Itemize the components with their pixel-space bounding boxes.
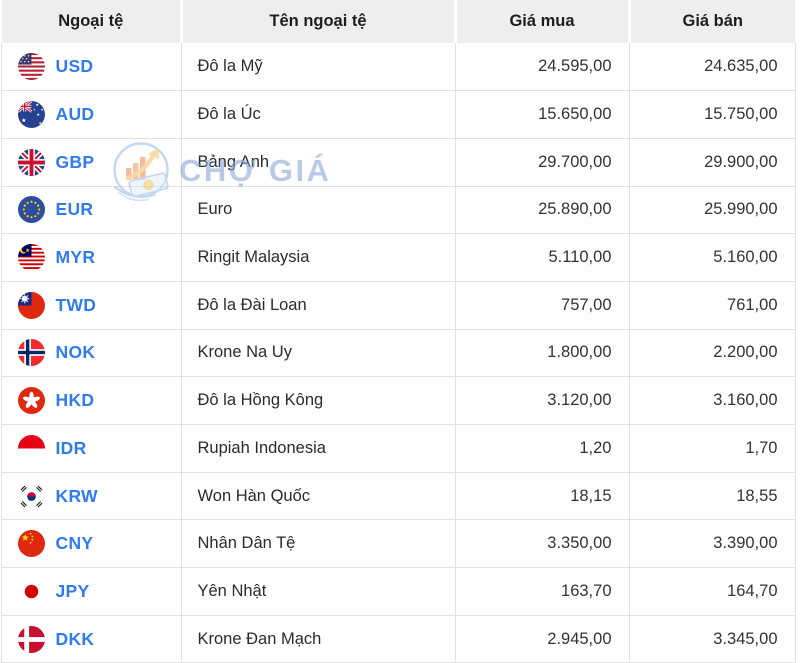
no-flag-icon	[18, 339, 45, 366]
currency-code-link[interactable]: EUR	[56, 199, 94, 220]
rate-row-jpy: JPY Yên Nhật163,70164,70	[1, 568, 795, 616]
rate-row-aud: AUD Đô la Úc15.650,0015.750,00	[1, 91, 795, 139]
currency-cell: GBP	[1, 138, 181, 186]
exchange-rate-page: Ngoại tệ Tên ngoại tệ Giá mua Giá bán US…	[0, 0, 795, 663]
sell-price-cell: 2.200,00	[629, 329, 795, 377]
sell-price-cell: 5.160,00	[629, 234, 795, 282]
currency-code-link[interactable]: USD	[56, 56, 94, 77]
currency-code-link[interactable]: NOK	[56, 342, 96, 363]
currency-code-link[interactable]: DKK	[56, 629, 95, 650]
sell-price-cell: 18,55	[629, 472, 795, 520]
buy-price-cell: 5.110,00	[455, 234, 629, 282]
currency-cell: TWD	[1, 281, 181, 329]
sell-price-cell: 164,70	[629, 568, 795, 616]
jp-flag-icon	[18, 578, 45, 605]
buy-price-cell: 3.350,00	[455, 520, 629, 568]
sell-price-cell: 761,00	[629, 281, 795, 329]
cn-flag-icon	[18, 530, 45, 557]
header-buy-price: Giá mua	[455, 0, 629, 43]
buy-price-cell: 1.800,00	[455, 329, 629, 377]
us-flag-icon	[18, 53, 45, 80]
sell-price-cell: 15.750,00	[629, 91, 795, 139]
buy-price-cell: 24.595,00	[455, 43, 629, 91]
currency-cell: JPY	[1, 568, 181, 616]
currency-code-link[interactable]: AUD	[56, 104, 95, 125]
currency-cell: KRW	[1, 472, 181, 520]
currency-cell: CNY	[1, 520, 181, 568]
sell-price-cell: 3.390,00	[629, 520, 795, 568]
buy-price-cell: 757,00	[455, 281, 629, 329]
currency-name-cell: Yên Nhật	[181, 568, 455, 616]
sell-price-cell: 24.635,00	[629, 43, 795, 91]
rate-row-dkk: DKK Krone Đan Mạch2.945,003.345,00	[1, 615, 795, 663]
currency-name-cell: Bảng Anh	[181, 138, 455, 186]
rate-row-myr: MYR Ringit Malaysia5.110,005.160,00	[1, 234, 795, 282]
id-flag-icon	[18, 435, 45, 462]
header-currency-name: Tên ngoại tệ	[181, 0, 455, 43]
tw-flag-icon	[18, 292, 45, 319]
currency-name-cell: Krone Na Uy	[181, 329, 455, 377]
rate-row-hkd: HKD Đô la Hồng Kông3.120,003.160,00	[1, 377, 795, 425]
currency-code-link[interactable]: CNY	[56, 533, 94, 554]
currency-name-cell: Đô la Úc	[181, 91, 455, 139]
currency-name-cell: Krone Đan Mạch	[181, 615, 455, 663]
gb-flag-icon	[18, 149, 45, 176]
buy-price-cell: 18,15	[455, 472, 629, 520]
buy-price-cell: 3.120,00	[455, 377, 629, 425]
buy-price-cell: 15.650,00	[455, 91, 629, 139]
currency-code-link[interactable]: GBP	[56, 152, 95, 173]
currency-cell: HKD	[1, 377, 181, 425]
au-flag-icon	[18, 101, 45, 128]
buy-price-cell: 163,70	[455, 568, 629, 616]
currency-code-link[interactable]: IDR	[56, 438, 87, 459]
currency-name-cell: Đô la Mỹ	[181, 43, 455, 91]
sell-price-cell: 1,70	[629, 425, 795, 473]
header-currency: Ngoại tệ	[1, 0, 181, 43]
currency-cell: AUD	[1, 91, 181, 139]
buy-price-cell: 2.945,00	[455, 615, 629, 663]
dk-flag-icon	[18, 626, 45, 653]
exchange-rate-table: Ngoại tệ Tên ngoại tệ Giá mua Giá bán US…	[0, 0, 796, 663]
sell-price-cell: 25.990,00	[629, 186, 795, 234]
rate-row-gbp: GBP Bảng Anh29.700,0029.900,00	[1, 138, 795, 186]
currency-code-link[interactable]: JPY	[56, 581, 90, 602]
currency-cell: EUR	[1, 186, 181, 234]
rate-row-usd: USD Đô la Mỹ24.595,0024.635,00	[1, 43, 795, 91]
my-flag-icon	[18, 244, 45, 271]
sell-price-cell: 29.900,00	[629, 138, 795, 186]
currency-code-link[interactable]: MYR	[56, 247, 96, 268]
currency-cell: IDR	[1, 425, 181, 473]
sell-price-cell: 3.160,00	[629, 377, 795, 425]
buy-price-cell: 1,20	[455, 425, 629, 473]
currency-cell: NOK	[1, 329, 181, 377]
currency-name-cell: Ringit Malaysia	[181, 234, 455, 282]
buy-price-cell: 25.890,00	[455, 186, 629, 234]
currency-code-link[interactable]: TWD	[56, 295, 97, 316]
hk-flag-icon	[18, 387, 45, 414]
currency-code-link[interactable]: HKD	[56, 390, 95, 411]
table-header-row: Ngoại tệ Tên ngoại tệ Giá mua Giá bán	[1, 0, 795, 43]
rate-row-krw: KRW Won Hàn Quốc18,1518,55	[1, 472, 795, 520]
kr-flag-icon	[18, 483, 45, 510]
currency-name-cell: Đô la Đài Loan	[181, 281, 455, 329]
currency-name-cell: Đô la Hồng Kông	[181, 377, 455, 425]
rate-row-twd: TWD Đô la Đài Loan757,00761,00	[1, 281, 795, 329]
buy-price-cell: 29.700,00	[455, 138, 629, 186]
header-sell-price: Giá bán	[629, 0, 795, 43]
rate-row-idr: IDR Rupiah Indonesia1,201,70	[1, 425, 795, 473]
currency-name-cell: Nhân Dân Tệ	[181, 520, 455, 568]
currency-code-link[interactable]: KRW	[56, 486, 98, 507]
rate-row-nok: NOK Krone Na Uy1.800,002.200,00	[1, 329, 795, 377]
currency-cell: USD	[1, 43, 181, 91]
eu-flag-icon	[18, 196, 45, 223]
currency-name-cell: Rupiah Indonesia	[181, 425, 455, 473]
currency-name-cell: Won Hàn Quốc	[181, 472, 455, 520]
currency-name-cell: Euro	[181, 186, 455, 234]
rate-row-eur: EUR Euro25.890,0025.990,00	[1, 186, 795, 234]
rate-row-cny: CNY Nhân Dân Tệ3.350,003.390,00	[1, 520, 795, 568]
sell-price-cell: 3.345,00	[629, 615, 795, 663]
currency-cell: MYR	[1, 234, 181, 282]
currency-cell: DKK	[1, 615, 181, 663]
rates-table-body: USD Đô la Mỹ24.595,0024.635,00 AUD Đô la Úc…	[1, 43, 795, 663]
